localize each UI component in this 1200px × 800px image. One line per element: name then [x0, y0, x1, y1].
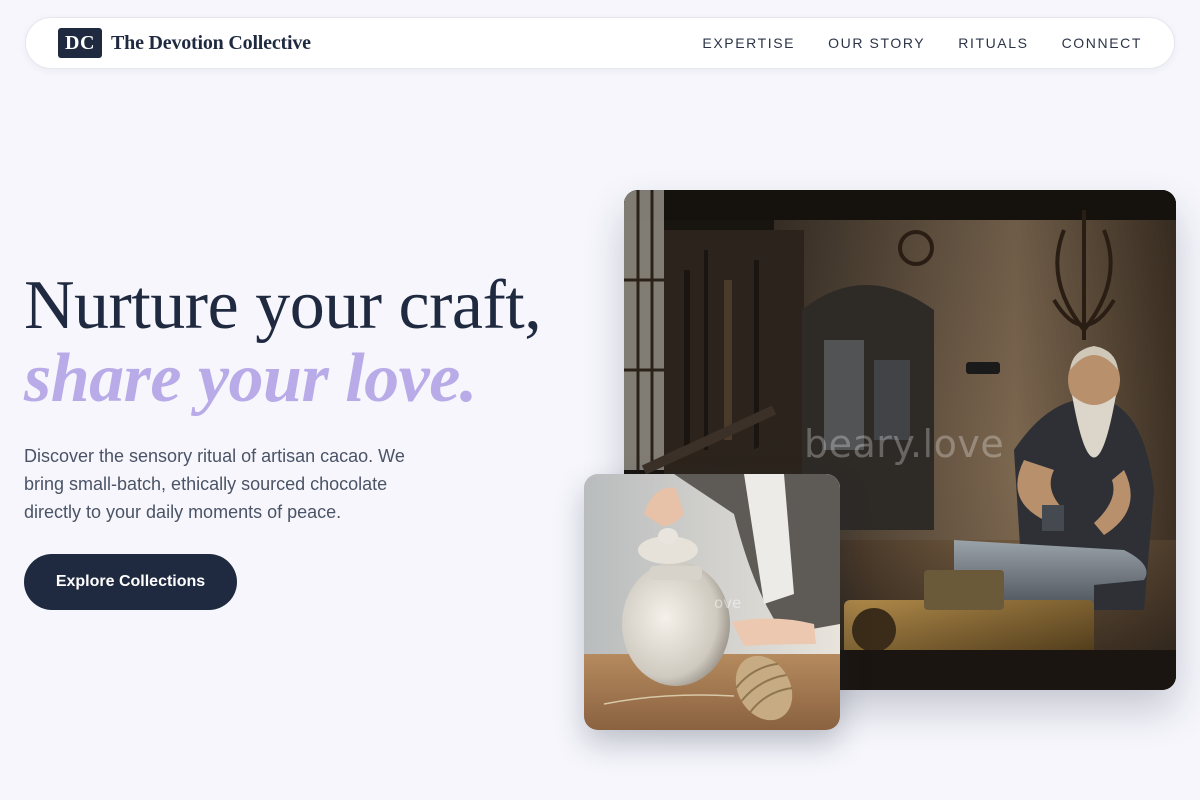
main-photo-watermark: beary.love	[804, 422, 1005, 466]
nav-link-expertise[interactable]: EXPERTISE	[702, 35, 795, 51]
top-navbar: DC The Devotion Collective EXPERTISE OUR…	[25, 17, 1175, 69]
small-photo-watermark: ove	[714, 594, 742, 612]
hero-title-line2: share your love.	[24, 340, 477, 417]
nav-link-rituals[interactable]: RITUALS	[958, 35, 1028, 51]
explore-collections-button[interactable]: Explore Collections	[24, 554, 237, 610]
ceramic-jar-illustration	[584, 474, 840, 730]
nav-link-connect[interactable]: CONNECT	[1062, 35, 1142, 51]
hero-title: Nurture your craft, share your love.	[24, 268, 584, 414]
brand-monogram: DC	[58, 28, 102, 58]
hero-text: Nurture your craft, share your love. Dis…	[24, 268, 584, 526]
hero-title-line1: Nurture your craft,	[24, 267, 542, 344]
nav-links: EXPERTISE OUR STORY RITUALS CONNECT	[702, 35, 1142, 51]
brand-name: The Devotion Collective	[111, 31, 311, 54]
brand-logo[interactable]: DC The Devotion Collective	[58, 28, 311, 58]
ceramic-jar-photo: ove	[584, 474, 840, 730]
nav-link-our-story[interactable]: OUR STORY	[828, 35, 925, 51]
hero-description: Discover the sensory ritual of artisan c…	[24, 446, 405, 522]
